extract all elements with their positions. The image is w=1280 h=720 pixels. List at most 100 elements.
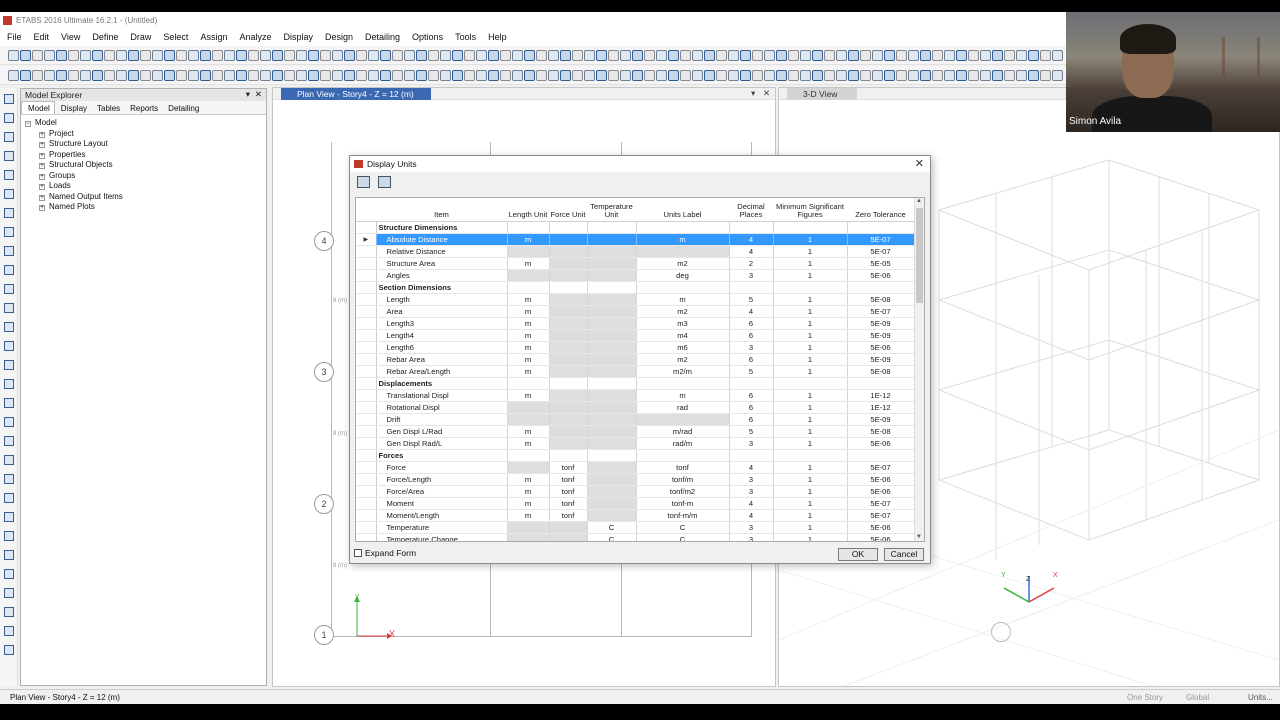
toolbar-tool-icon[interactable]: [788, 50, 799, 61]
toolbar-tool-icon[interactable]: [596, 50, 607, 61]
expand-icon[interactable]: +: [39, 184, 45, 190]
zero-tolerance-cell[interactable]: 5E-06: [847, 269, 915, 282]
length-unit-cell[interactable]: m: [507, 425, 550, 438]
toolbar-tool-icon[interactable]: [512, 70, 523, 81]
row-selector[interactable]: [356, 509, 377, 522]
row-selector[interactable]: [356, 521, 377, 534]
toolbar-tool-icon[interactable]: [728, 70, 739, 81]
row-selector[interactable]: [356, 401, 377, 414]
toolbar-tool-icon[interactable]: [992, 50, 1003, 61]
row-selector[interactable]: [356, 245, 377, 258]
row-selector[interactable]: [356, 365, 377, 378]
draw-tool-icon[interactable]: [4, 531, 14, 541]
toolbar-tool-icon[interactable]: [968, 70, 979, 81]
toolbar-tool-icon[interactable]: [692, 50, 703, 61]
table-row[interactable]: Translational Displ m m 6 1 1E-12: [356, 389, 915, 402]
draw-tool-icon[interactable]: [4, 151, 14, 161]
row-selector[interactable]: [356, 353, 377, 366]
grid-bubble-3[interactable]: 3: [314, 362, 334, 382]
toolbar-tool-icon[interactable]: [860, 70, 871, 81]
toolbar-tool-icon[interactable]: [440, 70, 451, 81]
toolbar-tool-icon[interactable]: [452, 50, 463, 61]
tree-node-structural-objects[interactable]: + Structural Objects: [25, 160, 266, 171]
toolbar-tool-icon[interactable]: [920, 70, 931, 81]
close-icon[interactable]: ✕: [915, 157, 924, 170]
toolbar-tool-icon[interactable]: [524, 50, 535, 61]
draw-tool-icon[interactable]: [4, 645, 14, 655]
zero-tolerance-cell[interactable]: 1E-12: [847, 389, 915, 402]
close-icon[interactable]: ✕: [255, 89, 262, 100]
toolbar-tool-icon[interactable]: [992, 70, 1003, 81]
draw-tool-icon[interactable]: [4, 550, 14, 560]
toolbar-tool-icon[interactable]: [488, 70, 499, 81]
close-icon[interactable]: ✕: [763, 88, 770, 99]
toolbar-tool-icon[interactable]: [680, 50, 691, 61]
table-row[interactable]: Angles deg 3 1 5E-06: [356, 269, 915, 282]
toolbar-tool-icon[interactable]: [356, 50, 367, 61]
dropdown-icon[interactable]: ▾: [751, 88, 755, 99]
zero-tolerance-cell[interactable]: 5E-09: [847, 329, 915, 342]
min-sig-figures-cell[interactable]: 1: [773, 317, 848, 330]
col-header-label[interactable]: Units Label: [636, 198, 729, 222]
table-row[interactable]: Length m m 5 1 5E-08: [356, 293, 915, 306]
force-unit-cell[interactable]: tonf: [549, 485, 588, 498]
draw-tool-icon[interactable]: [4, 322, 14, 332]
zero-tolerance-cell[interactable]: 5E-09: [847, 353, 915, 366]
toolbar-tool-icon[interactable]: [260, 70, 271, 81]
toolbar-tool-icon[interactable]: [764, 50, 775, 61]
toolbar-tool-icon[interactable]: [716, 70, 727, 81]
toolbar-tool-icon[interactable]: [632, 70, 643, 81]
toolbar-tool-icon[interactable]: [980, 70, 991, 81]
table-row[interactable]: Drift 6 1 5E-09: [356, 413, 915, 426]
draw-tool-icon[interactable]: [4, 493, 14, 503]
toolbar-tool-icon[interactable]: [632, 50, 643, 61]
toolbar-tool-icon[interactable]: [116, 50, 127, 61]
expand-icon[interactable]: +: [39, 194, 45, 201]
toolbar-tool-icon[interactable]: [1016, 50, 1027, 61]
toolbar-tool-icon[interactable]: [1016, 70, 1027, 81]
row-selector[interactable]: [356, 437, 377, 450]
decimal-places-cell[interactable]: 2: [729, 257, 774, 270]
zero-tolerance-cell[interactable]: 5E-07: [847, 233, 915, 246]
decimal-places-cell[interactable]: 6: [729, 401, 774, 414]
toolbar-tool-icon[interactable]: [404, 70, 415, 81]
table-row[interactable]: Force/Length m tonf tonf/m 3 1 5E-06: [356, 473, 915, 486]
draw-tool-icon[interactable]: [4, 455, 14, 465]
toolbar-tool-icon[interactable]: [848, 50, 859, 61]
toolbar-tool-icon[interactable]: [908, 50, 919, 61]
zero-tolerance-cell[interactable]: 5E-08: [847, 365, 915, 378]
grid-bubble-4[interactable]: 4: [314, 231, 334, 251]
toolbar-tool-icon[interactable]: [20, 50, 31, 61]
draw-tool-icon[interactable]: [4, 569, 14, 579]
zero-tolerance-cell[interactable]: 5E-06: [847, 341, 915, 354]
col-header-force[interactable]: Force Unit: [549, 198, 587, 222]
row-selector[interactable]: [356, 221, 377, 234]
toolbar-tool-icon[interactable]: [56, 50, 67, 61]
toolbar-tool-icon[interactable]: [92, 50, 103, 61]
toolbar-tool-icon[interactable]: [380, 70, 391, 81]
menu-options[interactable]: Options: [405, 30, 448, 42]
tree-node-named-output-items[interactable]: + Named Output Items: [25, 192, 266, 203]
toolbar-tool-icon[interactable]: [944, 70, 955, 81]
scroll-thumb[interactable]: [916, 208, 923, 303]
collapse-icon[interactable]: −: [25, 121, 31, 127]
toolbar-tool-icon[interactable]: [188, 50, 199, 61]
row-selector[interactable]: [356, 377, 377, 390]
draw-tool-icon[interactable]: [4, 265, 14, 275]
min-sig-figures-cell[interactable]: 1: [773, 257, 848, 270]
length-unit-cell[interactable]: m: [507, 257, 550, 270]
min-sig-figures-cell[interactable]: 1: [773, 425, 848, 438]
toolbar-tool-icon[interactable]: [572, 50, 583, 61]
import-icon[interactable]: [357, 176, 370, 188]
decimal-places-cell[interactable]: 4: [729, 497, 774, 510]
toolbar-tool-icon[interactable]: [944, 50, 955, 61]
table-row[interactable]: Temperature Change C C 3 1 5E-06: [356, 533, 915, 541]
toolbar-tool-icon[interactable]: [980, 50, 991, 61]
story-selector[interactable]: One Story: [1127, 693, 1163, 702]
toolbar-tool-icon[interactable]: [728, 50, 739, 61]
force-unit-cell[interactable]: tonf: [549, 461, 588, 474]
force-unit-cell[interactable]: tonf: [549, 497, 588, 510]
zero-tolerance-cell[interactable]: 5E-07: [847, 245, 915, 258]
row-selector[interactable]: [356, 305, 377, 318]
zero-tolerance-cell[interactable]: 5E-06: [847, 437, 915, 450]
